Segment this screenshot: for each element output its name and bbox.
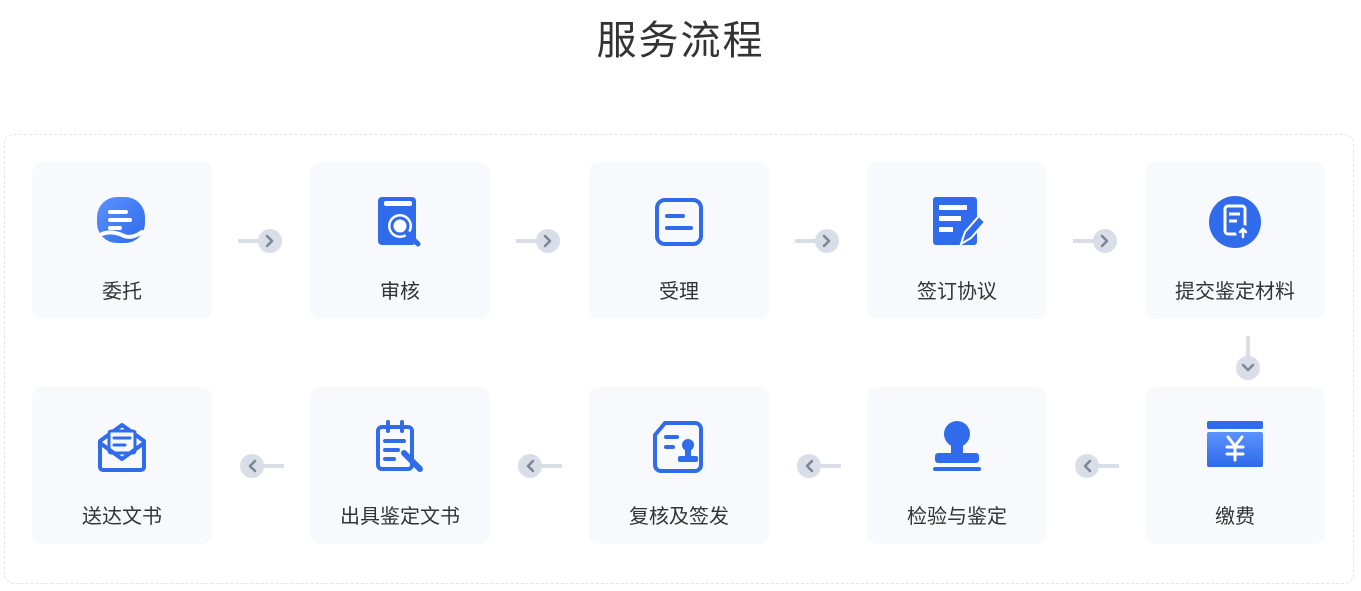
step-label: 复核及签发	[629, 504, 729, 528]
arrow-right-4	[1073, 228, 1119, 254]
stamp-icon	[927, 417, 987, 477]
step-card-7[interactable]: 检验与鉴定	[867, 387, 1047, 544]
yuan-wallet-icon	[1205, 417, 1265, 477]
step-card-6[interactable]: 缴费	[1145, 387, 1325, 544]
arrow-right-2	[516, 228, 562, 254]
page-title: 服务流程	[596, 18, 765, 64]
step-card-2[interactable]: 审核	[310, 162, 490, 319]
clipboard-pen-icon	[370, 417, 430, 477]
arrow-right-1	[238, 228, 284, 254]
search-document-icon	[370, 192, 430, 252]
step-label: 提交鉴定材料	[1175, 279, 1295, 303]
edit-document-icon	[927, 192, 987, 252]
upload-document-icon	[1205, 192, 1265, 252]
step-card-10[interactable]: 送达文书	[32, 387, 212, 544]
envelope-letter-icon	[92, 417, 152, 477]
step-label: 受理	[659, 279, 699, 303]
arrow-left-1	[1073, 453, 1119, 479]
arrow-left-2	[795, 453, 841, 479]
step-label: 缴费	[1215, 504, 1255, 528]
step-card-8[interactable]: 复核及签发	[589, 387, 769, 544]
step-label: 签订协议	[917, 279, 997, 303]
form-icon	[649, 192, 709, 252]
step-card-4[interactable]: 签订协议	[867, 162, 1047, 319]
step-card-3[interactable]: 受理	[589, 162, 769, 319]
step-card-5[interactable]: 提交鉴定材料	[1145, 162, 1325, 319]
hand-card-icon	[92, 192, 152, 252]
step-label: 送达文书	[82, 504, 162, 528]
arrow-right-3	[795, 228, 841, 254]
step-label: 审核	[380, 279, 420, 303]
step-card-1[interactable]: 委托	[32, 162, 212, 319]
arrow-down	[1235, 336, 1261, 382]
step-label: 委托	[102, 279, 142, 303]
certificate-stamp-icon	[649, 417, 709, 477]
step-label: 检验与鉴定	[907, 504, 1007, 528]
arrow-left-4	[238, 453, 284, 479]
step-card-9[interactable]: 出具鉴定文书	[310, 387, 490, 544]
step-label: 出具鉴定文书	[340, 504, 460, 528]
arrow-left-3	[516, 453, 562, 479]
